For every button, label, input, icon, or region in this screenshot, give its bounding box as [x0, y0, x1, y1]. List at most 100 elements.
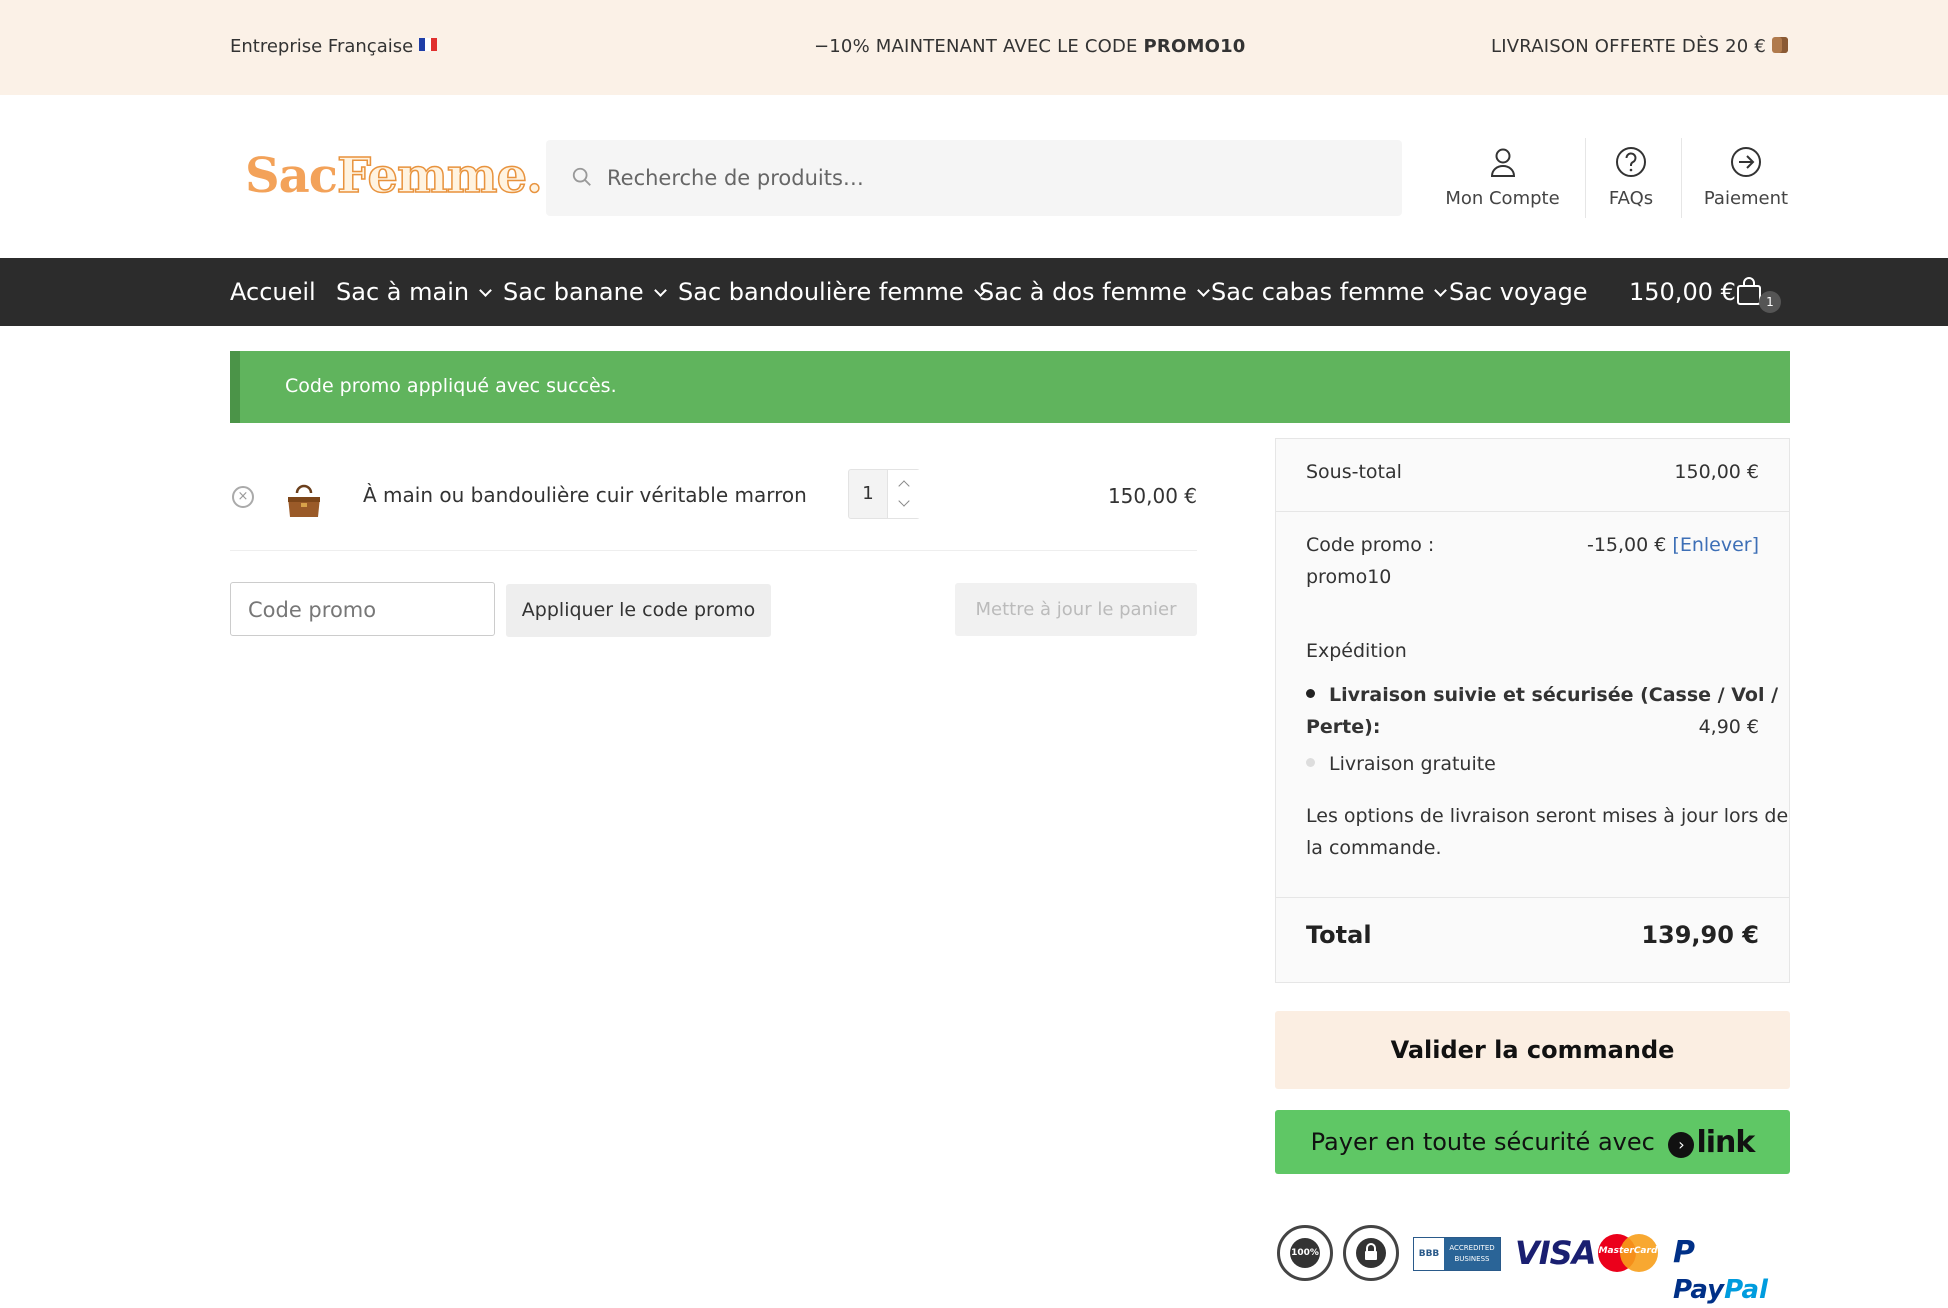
shipping-text: LIVRAISON OFFERTE DÈS 20 €: [1490, 36, 1766, 57]
nav-item-sac-banane[interactable]: Sac banane: [503, 277, 667, 307]
chevron-down-icon: [1434, 284, 1448, 297]
faq-link[interactable]: FAQs: [1600, 140, 1662, 216]
chevron-down-icon: [1197, 284, 1210, 297]
notice-message: Code promo appliqué avec succès.: [285, 375, 617, 397]
logo-part-2: Femme.: [336, 147, 543, 205]
total-label: Total: [1306, 921, 1372, 949]
company-origin: Entreprise Française: [230, 34, 438, 60]
nav-item-sac-bandouliere[interactable]: Sac bandoulière femme: [678, 277, 987, 307]
chevron-down-icon: [653, 284, 667, 297]
shipping-option-tracked-label-2: Perte):: [1306, 716, 1381, 738]
quantity-spinner[interactable]: [887, 470, 920, 518]
shipping-note: Les options de livraison seront mises à …: [1306, 805, 1789, 827]
nav-item-sac-voyage[interactable]: Sac voyage: [1449, 277, 1588, 307]
flag-fr-icon: [419, 38, 438, 51]
link-pay-button[interactable]: Payer en toute sécurité avec › link: [1275, 1110, 1790, 1174]
nav-item-label: Sac voyage: [1449, 278, 1588, 306]
shipping-option-free-label: Livraison gratuite: [1329, 753, 1496, 775]
mastercard-logo: MasterCard: [1598, 1234, 1658, 1272]
coupon-discount-value: -15,00 €: [1586, 534, 1667, 556]
subtotal-value: 150,00 €: [1674, 461, 1759, 483]
checkout-button[interactable]: Valider la commande: [1275, 1011, 1790, 1089]
link-logo: › link: [1668, 1111, 1755, 1176]
link-pay-label: Payer en toute sécurité avec: [1310, 1128, 1655, 1156]
satisfaction-text: 100%: [1290, 1238, 1320, 1268]
nav-item-sac-a-main[interactable]: Sac à main: [336, 277, 492, 307]
nav-item-label: Sac cabas femme: [1211, 278, 1425, 306]
cart-totals: Sous-total 150,00 € Code promo : promo10…: [1275, 438, 1790, 983]
shipping-option-tracked-label: Livraison suivie et sécurisée (Casse / V…: [1329, 684, 1779, 706]
coupon-code-label: promo10: [1306, 566, 1392, 588]
coupon-placeholder: Code promo: [248, 598, 377, 622]
nav-item-label: Sac banane: [503, 278, 644, 306]
logo-part-1: Sac: [245, 148, 338, 204]
company-text: Entreprise Française: [230, 36, 414, 57]
shipping-option-free[interactable]: Livraison gratuite: [1306, 748, 1496, 780]
update-cart-button[interactable]: Mettre à jour le panier: [955, 583, 1197, 636]
checkout-label: Paiement: [1703, 188, 1789, 209]
bbb-badge: BBB ACCREDITED BUSINESS: [1413, 1237, 1501, 1271]
satisfaction-guarantee-seal: 100%: [1277, 1225, 1333, 1281]
radio-selected[interactable]: [1306, 689, 1315, 698]
header-divider: [1681, 138, 1682, 218]
apply-coupon-button[interactable]: Appliquer le code promo: [506, 584, 771, 637]
nav-item-label: Sac bandoulière femme: [678, 278, 964, 306]
lock-icon: [1356, 1238, 1386, 1268]
chevron-down-icon[interactable]: [898, 495, 910, 507]
trust-badges: 100% BBB ACCREDITED BUSINESS VISA Master…: [1275, 1225, 1790, 1305]
checkout-link[interactable]: Paiement: [1702, 140, 1790, 216]
quantity-stepper[interactable]: 1: [848, 469, 920, 519]
chevron-down-icon: [479, 284, 492, 297]
subtotal-label: Sous-total: [1306, 461, 1402, 483]
mini-cart-total[interactable]: 150,00 €: [1629, 277, 1736, 307]
paypal-p-icon: P: [1673, 1235, 1695, 1270]
site-logo[interactable]: SacFemme.: [245, 147, 544, 205]
paypal-text-b: Pal: [1724, 1275, 1768, 1305]
user-icon: [1490, 148, 1515, 177]
product-name-link[interactable]: À main ou bandoulière cuir véritable mar…: [363, 481, 807, 509]
remove-item-button[interactable]: ×: [232, 486, 254, 508]
promo-code: PROMO10: [1143, 36, 1246, 57]
account-link[interactable]: Mon Compte: [1440, 140, 1565, 216]
search-icon: [572, 167, 591, 186]
link-brand: link: [1696, 1124, 1755, 1160]
promo-text: −10% MAINTENANT AVEC LE CODE: [814, 36, 1144, 57]
total-value: 139,90 €: [1641, 921, 1759, 949]
chevron-up-icon[interactable]: [898, 480, 910, 492]
nav-item-accueil[interactable]: Accueil: [230, 277, 316, 307]
quantity-value[interactable]: 1: [849, 482, 887, 506]
package-icon: [1772, 37, 1788, 53]
totals-divider: [1276, 897, 1789, 898]
faq-label: FAQs: [1608, 188, 1654, 209]
nav-item-sac-cabas[interactable]: Sac cabas femme: [1211, 277, 1448, 307]
nav-item-label: Accueil: [230, 278, 316, 306]
search-input[interactable]: Recherche de produits…: [546, 140, 1402, 216]
cart-row-divider: [230, 550, 1197, 551]
account-label: Mon Compte: [1445, 188, 1560, 209]
line-item-price: 150,00 €: [1107, 484, 1197, 508]
nav-item-label: Sac à main: [336, 278, 470, 306]
radio-unselected[interactable]: [1306, 758, 1315, 767]
remove-coupon-link[interactable]: [Enlever]: [1672, 534, 1759, 556]
promo-announcement: −10% MAINTENANT AVEC LE CODE PROMO10: [814, 34, 1246, 60]
shipping-label: Expédition: [1306, 640, 1407, 662]
mastercard-text: MasterCard: [1598, 1246, 1658, 1256]
shipping-announcement: LIVRAISON OFFERTE DÈS 20 €: [1491, 34, 1788, 60]
product-thumbnail[interactable]: [280, 475, 328, 523]
nav-item-sac-a-dos[interactable]: Sac à dos femme: [979, 277, 1210, 307]
visa-logo: VISA: [1515, 1234, 1596, 1272]
coupon-input[interactable]: Code promo: [230, 582, 495, 636]
shipping-note-2: la commande.: [1306, 837, 1442, 859]
main-navigation: Accueil Sac à main Sac banane Sac bandou…: [0, 258, 1948, 326]
paypal-text-a: Pay: [1673, 1275, 1725, 1305]
page: Entreprise Française −10% MAINTENANT AVE…: [0, 0, 1948, 1308]
nav-item-label: Sac à dos femme: [979, 278, 1187, 306]
arrow-circle-right-icon: [1731, 147, 1761, 177]
secure-ordering-seal: [1343, 1225, 1399, 1281]
coupon-label: Code promo :: [1306, 534, 1435, 556]
help-circle-icon: [1616, 147, 1646, 177]
announcement-bar: Entreprise Française −10% MAINTENANT AVE…: [0, 0, 1948, 95]
bbb-text: ACCREDITED BUSINESS: [1444, 1238, 1500, 1270]
search-placeholder: Recherche de produits…: [607, 166, 864, 190]
shipping-option-tracked[interactable]: Livraison suivie et sécurisée (Casse / V…: [1306, 679, 1778, 711]
